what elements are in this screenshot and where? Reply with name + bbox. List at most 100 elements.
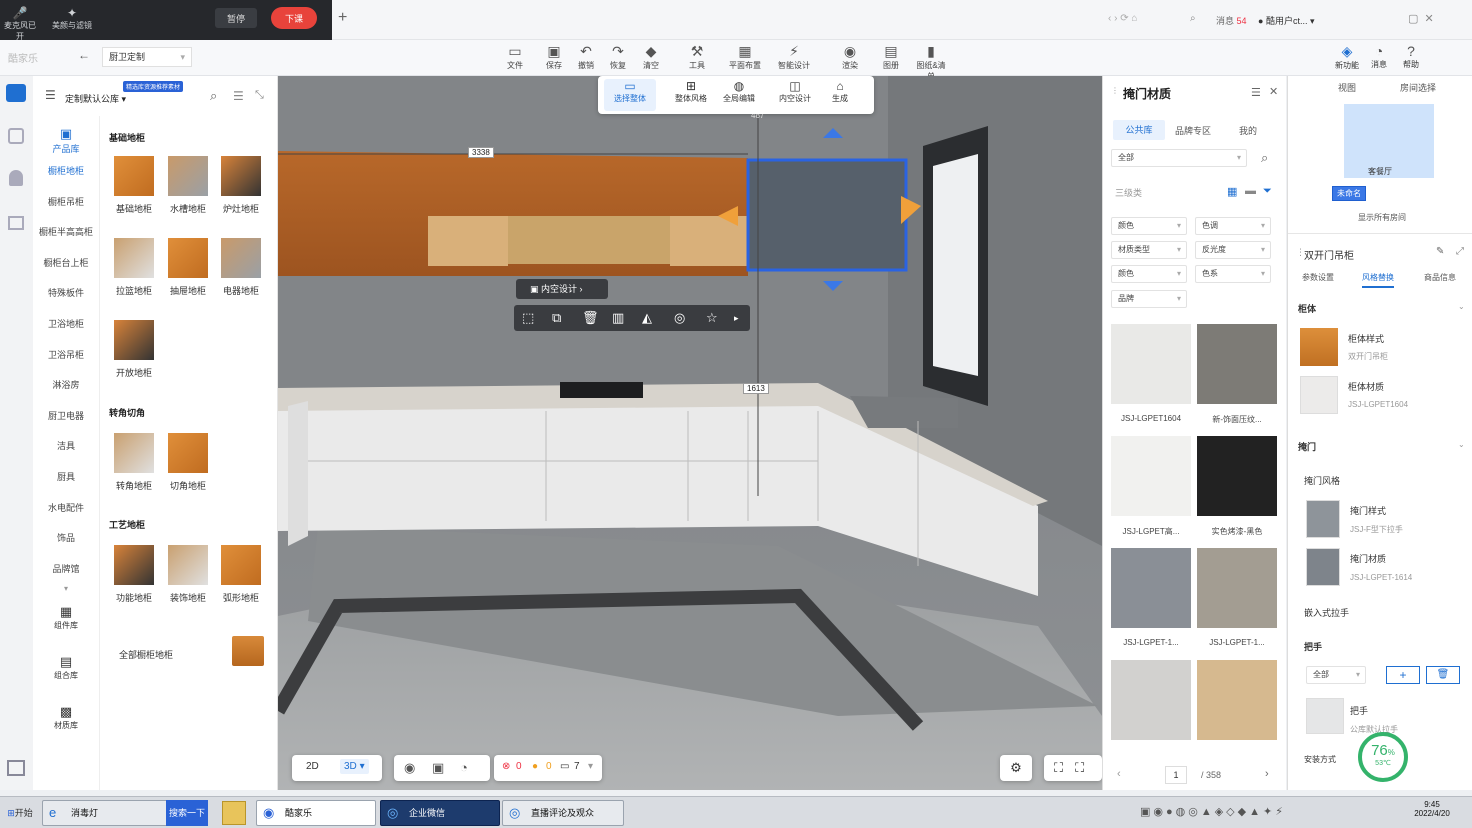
eye-icon[interactable]: ◉: [404, 760, 415, 776]
split-icon[interactable]: ▥: [612, 305, 624, 331]
product-item[interactable]: 拉篮地柜: [107, 238, 161, 297]
search-button[interactable]: 搜索一下: [166, 800, 208, 826]
start-button[interactable]: ⊞开始: [2, 800, 38, 826]
search-icon[interactable]: ⌕: [1190, 13, 1196, 24]
material-swatch[interactable]: [1111, 548, 1191, 628]
product-item[interactable]: 功能地柜: [107, 545, 161, 604]
back-icon[interactable]: ←: [78, 48, 96, 66]
section-cabinet[interactable]: 柜体: [1298, 302, 1316, 315]
smart-design-button[interactable]: ⚡ 智能设计: [777, 42, 811, 71]
clock[interactable]: 9:45 2022/4/20: [1408, 800, 1456, 818]
product-library-icon[interactable]: [6, 84, 26, 102]
new-tab-button[interactable]: +: [338, 9, 347, 27]
door-style-thumb[interactable]: [1306, 500, 1340, 538]
product-item[interactable]: 电器地柜: [214, 238, 268, 297]
window-controls[interactable]: ▢ ✕: [1408, 12, 1434, 25]
tab-mine[interactable]: 我的: [1239, 124, 1257, 137]
category-item[interactable]: 淋浴房: [33, 370, 99, 401]
all-cabinets-link[interactable]: 全部橱柜地柜: [119, 648, 173, 661]
tab-product-info[interactable]: 商品信息: [1424, 272, 1456, 283]
select-frame-icon[interactable]: ⬚: [522, 305, 534, 331]
help-button[interactable]: ? 帮助: [1396, 43, 1426, 70]
tab-product-library[interactable]: ▣ 产品库: [33, 116, 99, 156]
nav-icons[interactable]: ‹ › ⟳ ⌂: [1108, 13, 1137, 24]
category-select[interactable]: 全部: [1111, 149, 1247, 167]
generate-button[interactable]: ⌂ 生成: [820, 79, 860, 104]
filter-select[interactable]: 品牌: [1111, 290, 1187, 308]
cube-icon[interactable]: ▣: [432, 760, 444, 776]
layers-icon[interactable]: [7, 760, 25, 776]
room-select[interactable]: 厨卫定制 ▾: [102, 47, 192, 67]
tools-button[interactable]: ⚒ 工具: [680, 42, 714, 71]
file-button[interactable]: ▭ 文件: [498, 42, 532, 71]
product-item[interactable]: 基础地柜: [107, 156, 161, 215]
drag-handle-icon[interactable]: ⋮: [1111, 86, 1119, 95]
material-swatch[interactable]: [1111, 660, 1191, 740]
page-input[interactable]: 1: [1165, 766, 1187, 784]
messages-link[interactable]: 消息 54: [1216, 14, 1247, 27]
user-menu[interactable]: ● 酷用户ct... ▾: [1258, 14, 1315, 27]
floor-layout-button[interactable]: ▦ 平面布置: [728, 42, 762, 71]
product-item[interactable]: 开放地柜: [107, 320, 161, 379]
rotate-icon[interactable]: ◎: [674, 305, 685, 331]
view-2d-button[interactable]: 2D: [306, 761, 319, 772]
user-icon[interactable]: [9, 170, 23, 186]
performance-gauge[interactable]: 76% 53℃: [1358, 732, 1408, 782]
category-item[interactable]: 厨卫电器: [33, 401, 99, 432]
delete-icon[interactable]: 🗑: [582, 305, 599, 331]
new-feature-button[interactable]: ◈ 新功能: [1330, 43, 1364, 71]
mic-button[interactable]: 🎤 麦克风已开: [2, 6, 38, 42]
tab-materials[interactable]: ▩ 材质库: [33, 698, 99, 748]
category-item[interactable]: 卫浴地柜: [33, 309, 99, 340]
filter-select[interactable]: 材质类型: [1111, 241, 1187, 259]
edit-icon[interactable]: ✎: [1436, 246, 1444, 257]
material-swatch[interactable]: [1197, 324, 1277, 404]
filter-select[interactable]: 色调: [1195, 217, 1271, 235]
storage-icon[interactable]: [8, 216, 24, 230]
view-3d-button[interactable]: 3D ▾: [340, 759, 369, 774]
settings-toggle-button[interactable]: ⚙: [1000, 755, 1032, 781]
chevron-down-icon[interactable]: ⌄: [1458, 302, 1465, 311]
tab-brand-zone[interactable]: 品牌专区: [1175, 124, 1211, 137]
material-swatch[interactable]: [1197, 548, 1277, 628]
paint-icon[interactable]: ◭: [642, 305, 652, 331]
message-button[interactable]: ◔ 消息: [1364, 43, 1394, 70]
clear-button[interactable]: ◆ 清空: [634, 42, 668, 71]
collapse-icon[interactable]: ⤡: [255, 89, 264, 102]
tab-combos[interactable]: ▤ 组合库: [33, 648, 99, 698]
handle-filter-select[interactable]: 全部: [1306, 666, 1366, 684]
tab-room-select[interactable]: 房间选择: [1400, 81, 1436, 94]
tab-components[interactable]: ▦ 组件库: [33, 598, 99, 648]
handle-thumb[interactable]: [1306, 698, 1344, 734]
filter-select[interactable]: 颜色: [1111, 265, 1187, 283]
show-all-rooms[interactable]: 显示所有房间: [1358, 212, 1406, 223]
material-swatch[interactable]: [1111, 324, 1191, 404]
search-icon[interactable]: ⌕: [210, 88, 217, 104]
close-icon[interactable]: ✕: [1269, 85, 1278, 98]
list-icon[interactable]: ☰: [45, 88, 56, 102]
expand-icon[interactable]: ⤢: [1456, 246, 1464, 257]
material-swatch[interactable]: [1197, 660, 1277, 740]
product-item[interactable]: 水槽地柜: [161, 156, 215, 215]
cabinet-style-thumb[interactable]: [1300, 328, 1338, 366]
filter-select[interactable]: 色系: [1195, 265, 1271, 283]
folder-icon[interactable]: [222, 801, 246, 825]
category-item[interactable]: 饰品: [33, 523, 99, 554]
screenshot-icon[interactable]: ⛶: [1054, 760, 1063, 775]
door-material-thumb[interactable]: [1306, 548, 1340, 586]
product-item[interactable]: 切角地柜: [161, 433, 215, 492]
handle-section[interactable]: 把手: [1304, 640, 1322, 653]
product-item[interactable]: 炉灶地柜: [214, 156, 268, 215]
fit-view-icon[interactable]: ⛶: [1075, 760, 1084, 775]
taskbar-wecom[interactable]: ◎ 企业微信: [380, 800, 500, 826]
tray-icons[interactable]: ▣◉●◍◎▲◈◇◆▲✦⚡: [1140, 805, 1286, 818]
filter-select[interactable]: 反光度: [1195, 241, 1271, 259]
grid-view-icon[interactable]: ▦: [1227, 185, 1237, 198]
room-unnamed[interactable]: 未命名: [1332, 186, 1366, 201]
cabinet-material-thumb[interactable]: [1300, 376, 1338, 414]
category-item[interactable]: 洁具: [33, 431, 99, 462]
pause-button[interactable]: 暂停: [215, 8, 257, 28]
chevron-down-icon[interactable]: ⌄: [1458, 440, 1465, 449]
category-item[interactable]: 橱柜台上柜: [33, 248, 99, 279]
category-item[interactable]: 厨具: [33, 462, 99, 493]
